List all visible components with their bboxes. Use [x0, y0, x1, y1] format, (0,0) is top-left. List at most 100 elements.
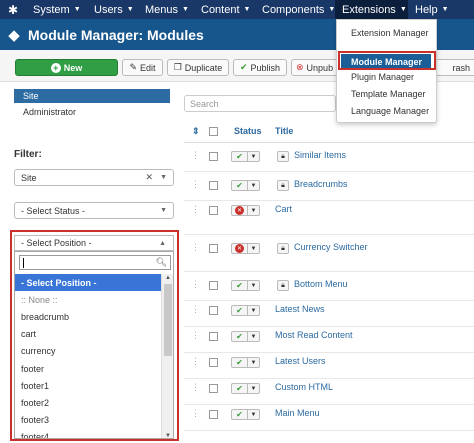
- row-checkbox[interactable]: [209, 181, 218, 190]
- scroll-up-icon[interactable]: ▲: [162, 275, 173, 281]
- module-title-link[interactable]: Latest Users: [275, 356, 326, 366]
- module-title-link[interactable]: Currency Switcher: [294, 242, 368, 252]
- menu-item-template-manager[interactable]: Template Manager: [351, 89, 426, 99]
- chevron-down-icon[interactable]: ▼: [248, 180, 260, 191]
- search-input[interactable]: Search: [184, 95, 336, 112]
- status-toggle[interactable]: ✕ ▼: [231, 243, 260, 254]
- joomla-logo-icon[interactable]: ✱: [0, 0, 26, 19]
- x-circle-icon[interactable]: ✕: [231, 243, 248, 254]
- row-checkbox[interactable]: [209, 358, 218, 367]
- table-row[interactable]: ⋮ ✔ ▼ 🔒︎ Breadcrumbs: [184, 172, 474, 201]
- lock-icon[interactable]: 🔒︎: [277, 180, 289, 191]
- check-icon[interactable]: ✔: [231, 280, 248, 291]
- position-option[interactable]: :: None ::: [15, 291, 161, 308]
- position-select[interactable]: - Select Position - ▲: [14, 235, 174, 251]
- nav-system[interactable]: System ▼: [26, 0, 87, 19]
- chevron-down-icon[interactable]: ▼: [248, 409, 260, 420]
- chevron-down-icon[interactable]: ▼: [248, 357, 260, 368]
- check-icon[interactable]: ✔: [231, 409, 248, 420]
- status-toggle[interactable]: ✔ ▼: [231, 383, 260, 394]
- module-title-link[interactable]: Breadcrumbs: [294, 179, 348, 189]
- nav-content[interactable]: Content ▼: [194, 0, 255, 19]
- module-title-link[interactable]: Most Read Content: [275, 330, 353, 340]
- table-row[interactable]: ⋮ ✔ ▼ Latest Users: [184, 353, 474, 379]
- sidebar-item-administrator[interactable]: Administrator: [14, 105, 170, 119]
- client-select[interactable]: Site ✕ ▼: [14, 169, 174, 186]
- nav-extensions[interactable]: Extensions ▼: [335, 0, 408, 19]
- table-row[interactable]: ⋮ ✕ ▼ Cart: [184, 201, 474, 235]
- trash-button[interactable]: rash: [432, 59, 474, 76]
- table-row[interactable]: ⋮ ✔ ▼ Latest News: [184, 301, 474, 327]
- status-toggle[interactable]: ✔ ▼: [231, 305, 260, 316]
- drag-handle-icon[interactable]: ⋮: [191, 150, 200, 161]
- drag-handle-icon[interactable]: ⋮: [191, 204, 200, 215]
- status-toggle[interactable]: ✔ ▼: [231, 180, 260, 191]
- scrollbar-thumb[interactable]: [164, 284, 172, 356]
- position-option[interactable]: footer1: [15, 377, 161, 394]
- menu-item-plugin-manager[interactable]: Plugin Manager: [351, 72, 414, 82]
- status-toggle[interactable]: ✔ ▼: [231, 151, 260, 162]
- status-column-header[interactable]: Status: [234, 126, 262, 136]
- table-row[interactable]: ⋮ ✔ ▼ Main Menu: [184, 405, 474, 431]
- lock-icon[interactable]: 🔒︎: [277, 243, 289, 254]
- lock-icon[interactable]: 🔒︎: [277, 151, 289, 162]
- check-icon[interactable]: ✔: [231, 305, 248, 316]
- row-checkbox[interactable]: [209, 152, 218, 161]
- chevron-down-icon[interactable]: ▼: [248, 383, 260, 394]
- row-checkbox[interactable]: [209, 206, 218, 215]
- position-option[interactable]: footer3: [15, 412, 161, 429]
- position-option[interactable]: cart: [15, 326, 161, 343]
- module-title-link[interactable]: Custom HTML: [275, 382, 333, 392]
- nav-components[interactable]: Components ▼: [255, 0, 335, 19]
- table-row[interactable]: ⋮ ✔ ▼ Most Read Content: [184, 327, 474, 353]
- row-checkbox[interactable]: [209, 384, 218, 393]
- drag-handle-icon[interactable]: ⋮: [191, 408, 200, 419]
- check-icon[interactable]: ✔: [231, 383, 248, 394]
- row-checkbox[interactable]: [209, 306, 218, 315]
- position-option[interactable]: footer4: [15, 429, 161, 438]
- table-row[interactable]: ⋮ ✔ ▼ Custom HTML: [184, 379, 474, 405]
- chevron-down-icon[interactable]: ▼: [248, 205, 260, 216]
- chevron-down-icon[interactable]: ▼: [248, 151, 260, 162]
- module-title-link[interactable]: Cart: [275, 204, 292, 214]
- nav-menus[interactable]: Menus ▼: [138, 0, 194, 19]
- unpublish-button[interactable]: ⊗ Unpub: [291, 59, 339, 76]
- check-icon[interactable]: ✔: [231, 180, 248, 191]
- scroll-down-icon[interactable]: ▼: [162, 433, 173, 438]
- clear-icon[interactable]: ✕: [145, 172, 153, 183]
- module-title-link[interactable]: Bottom Menu: [294, 279, 348, 289]
- chevron-down-icon[interactable]: ▼: [248, 243, 260, 254]
- drag-handle-icon[interactable]: ⋮: [191, 304, 200, 315]
- check-icon[interactable]: ✔: [231, 151, 248, 162]
- menu-item-extension-manager[interactable]: Extension Manager: [351, 28, 429, 38]
- lock-icon[interactable]: 🔒︎: [277, 280, 289, 291]
- module-title-link[interactable]: Similar Items: [294, 150, 346, 160]
- sort-ordering-icon[interactable]: ⇕: [192, 126, 200, 137]
- module-title-link[interactable]: Main Menu: [275, 408, 320, 418]
- chevron-down-icon[interactable]: ▼: [248, 280, 260, 291]
- row-checkbox[interactable]: [209, 410, 218, 419]
- row-checkbox[interactable]: [209, 332, 218, 341]
- nav-help[interactable]: Help ▼: [408, 0, 450, 19]
- table-row[interactable]: ⋮ ✕ ▼ 🔒︎ Currency Switcher: [184, 235, 474, 272]
- publish-button[interactable]: ✔ Publish: [233, 59, 287, 76]
- drag-handle-icon[interactable]: ⋮: [191, 330, 200, 341]
- x-circle-icon[interactable]: ✕: [231, 205, 248, 216]
- position-option[interactable]: breadcrumb: [15, 308, 161, 325]
- sidebar-item-site[interactable]: Site: [14, 89, 170, 103]
- status-toggle[interactable]: ✕ ▼: [231, 205, 260, 216]
- check-icon[interactable]: ✔: [231, 357, 248, 368]
- title-column-header[interactable]: Title: [275, 126, 293, 136]
- drag-handle-icon[interactable]: ⋮: [191, 382, 200, 393]
- select-all-checkbox[interactable]: [209, 127, 218, 136]
- position-option[interactable]: currency: [15, 343, 161, 360]
- position-option[interactable]: footer2: [15, 394, 161, 411]
- drag-handle-icon[interactable]: ⋮: [191, 279, 200, 290]
- nav-users[interactable]: Users ▼: [87, 0, 138, 19]
- check-icon[interactable]: ✔: [231, 331, 248, 342]
- chevron-down-icon[interactable]: ▼: [248, 305, 260, 316]
- new-button[interactable]: + New: [15, 59, 118, 76]
- menu-item-language-manager[interactable]: Language Manager: [351, 106, 429, 116]
- status-toggle[interactable]: ✔ ▼: [231, 357, 260, 368]
- table-row[interactable]: ⋮ ✔ ▼ 🔒︎ Bottom Menu: [184, 272, 474, 301]
